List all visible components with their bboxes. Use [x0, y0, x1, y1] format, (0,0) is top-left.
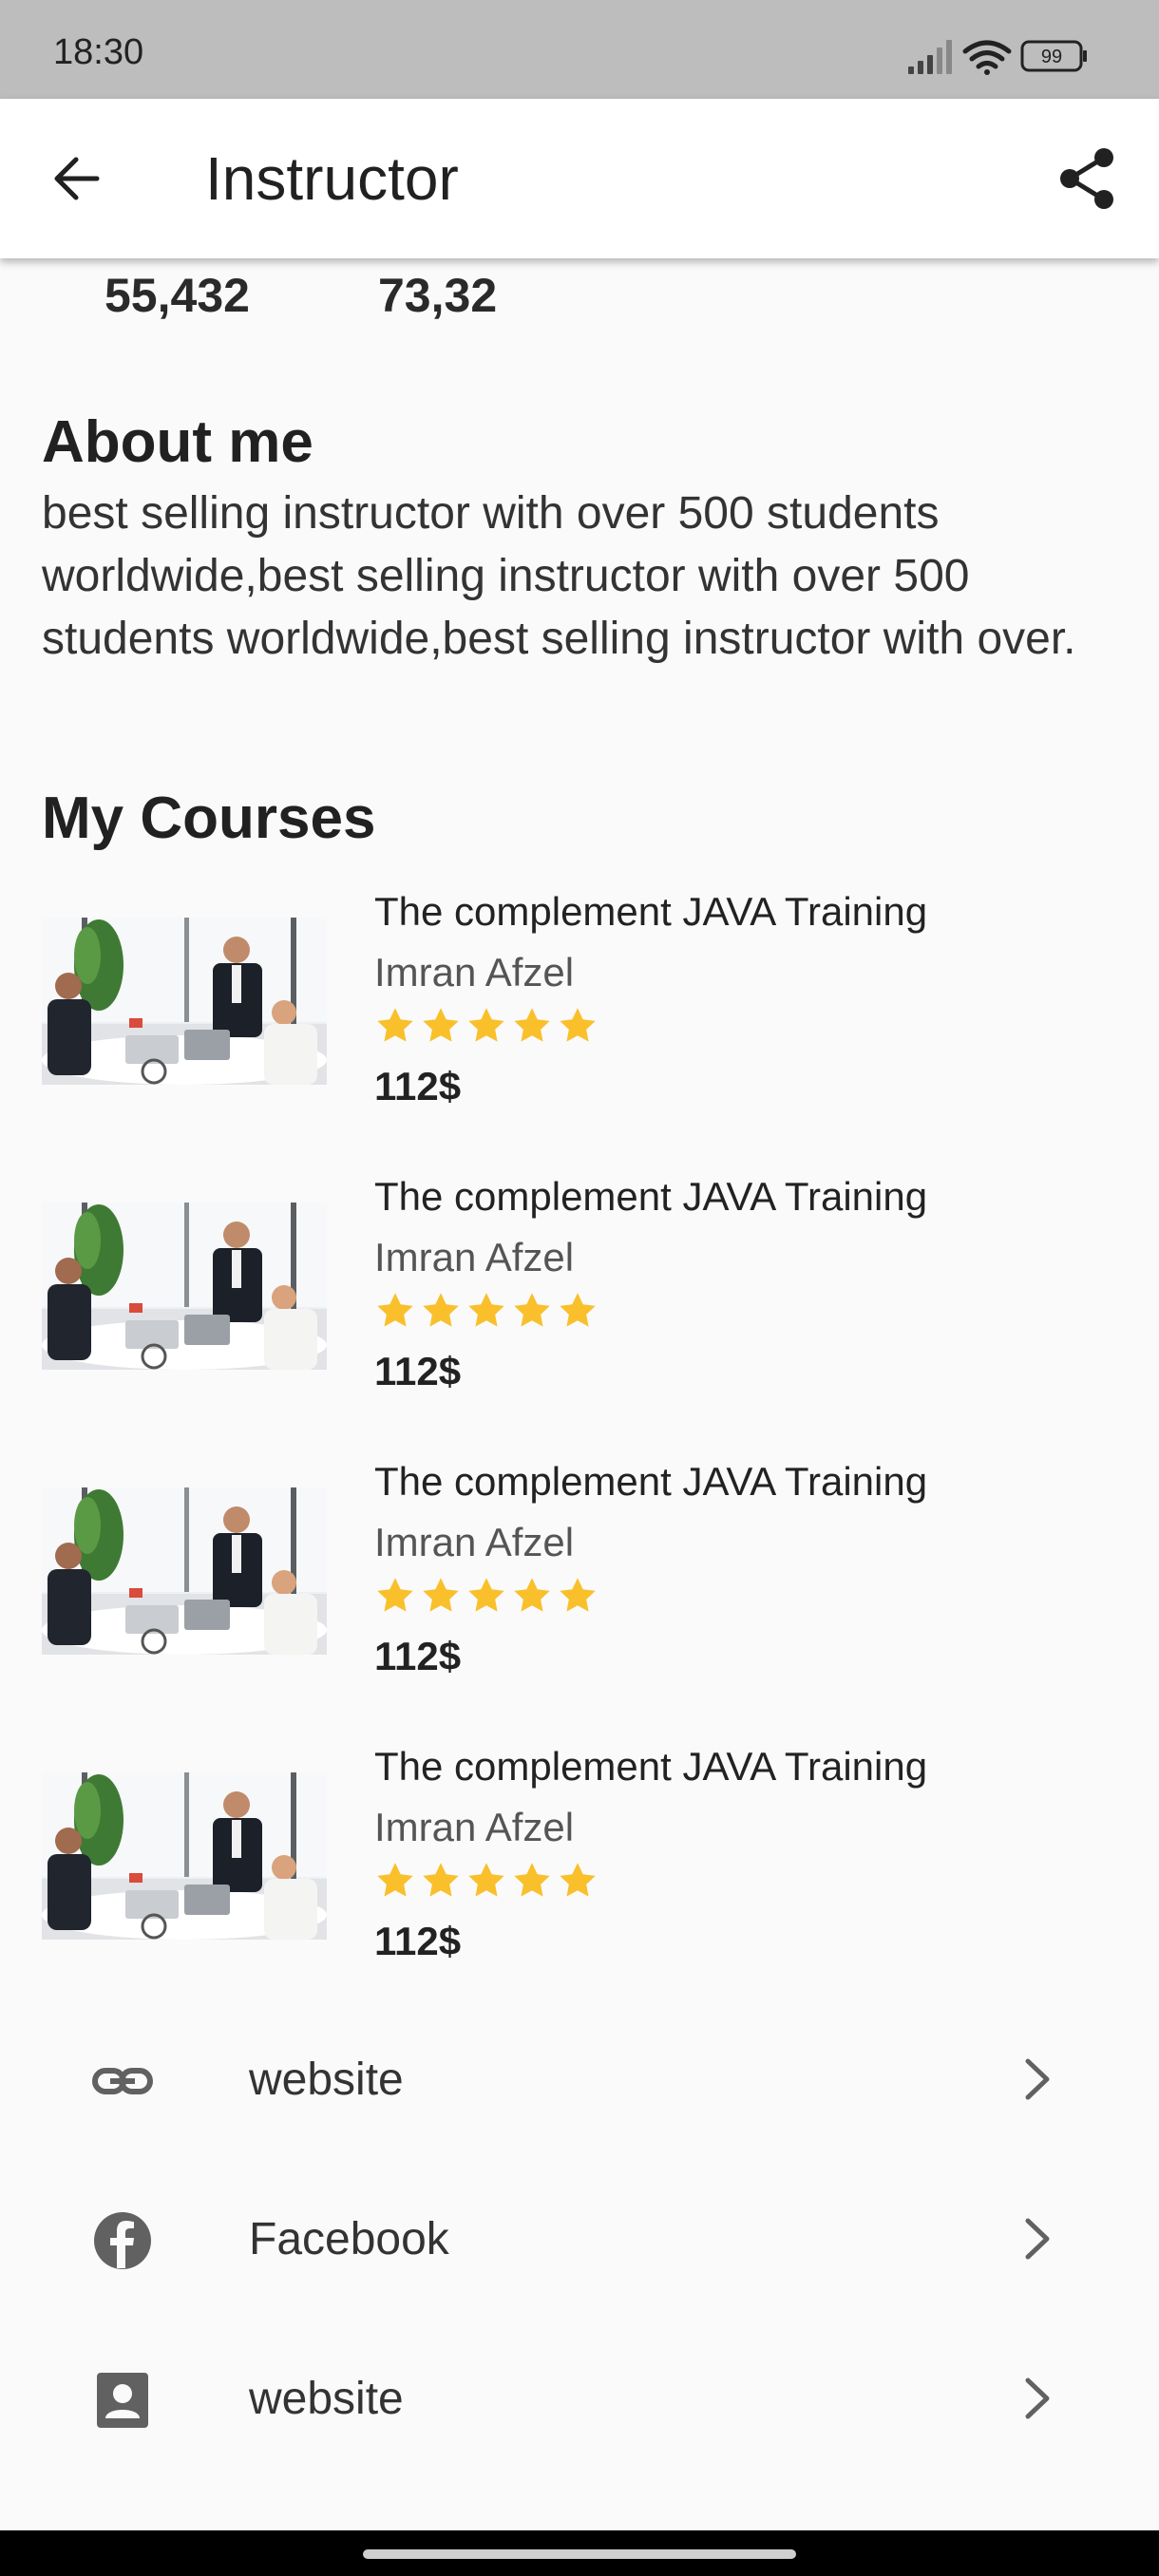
chevron-right [1011, 2373, 1062, 2424]
star-icon [377, 1578, 413, 1612]
course-thumbnail [42, 1203, 327, 1370]
link-icon [89, 2048, 156, 2114]
course-item[interactable]: The complement JAVA Training Imran Afzel… [42, 889, 1115, 1146]
link-row-website[interactable]: website [0, 2000, 1159, 2160]
status-bar: 18:30 99 [0, 0, 1159, 99]
course-rating [374, 1575, 602, 1617]
course-title: The complement JAVA Training [374, 889, 928, 934]
star-icon [560, 1008, 596, 1042]
chevron-right-icon [1025, 2058, 1050, 2100]
navigation-bar [0, 2530, 1159, 2576]
link-label: website [249, 2374, 404, 2424]
course-author: Imran Afzel [374, 1235, 575, 1279]
course-title: The complement JAVA Training [374, 1744, 928, 1789]
star-icon [514, 1578, 550, 1612]
star-icon [468, 1863, 504, 1897]
battery-icon: 99 [1020, 40, 1087, 72]
wifi-icon [962, 40, 1012, 75]
course-item[interactable]: The complement JAVA Training Imran Afzel… [42, 1174, 1115, 1430]
star-icon [377, 1863, 413, 1897]
share-icon [1060, 148, 1113, 209]
stat-value-left: 55,432 [104, 269, 250, 322]
course-title: The complement JAVA Training [374, 1459, 928, 1504]
course-author: Imran Afzel [374, 1805, 575, 1849]
star-icon [423, 1578, 459, 1612]
course-rating [374, 1005, 602, 1047]
star-icon [423, 1863, 459, 1897]
course-rating [374, 1290, 602, 1332]
signal-icon [908, 40, 952, 74]
link-row-website[interactable]: website [0, 2320, 1159, 2479]
chevron-right-icon [1025, 2218, 1050, 2260]
page-title: Instructor [205, 144, 459, 213]
contact-card-icon [89, 2367, 156, 2434]
course-item[interactable]: The complement JAVA Training Imran Afzel… [42, 1459, 1115, 1715]
back-button[interactable] [42, 141, 118, 217]
course-title: The complement JAVA Training [374, 1174, 928, 1219]
course-item[interactable]: The complement JAVA Training Imran Afzel… [42, 1744, 1115, 2000]
course-price: 112$ [374, 1919, 462, 1963]
course-price: 112$ [374, 1634, 462, 1678]
chevron-right-icon [1025, 2377, 1050, 2419]
course-author: Imran Afzel [374, 1520, 575, 1564]
star-icon [514, 1293, 550, 1327]
link-label: website [249, 2055, 404, 2105]
facebook-icon [89, 2207, 156, 2274]
star-icon [377, 1008, 413, 1042]
course-thumbnail [42, 918, 327, 1085]
star-icon [423, 1293, 459, 1327]
home-gesture-handle[interactable] [363, 2549, 796, 2559]
arrow-back-icon [54, 157, 100, 200]
star-icon [377, 1293, 413, 1327]
star-icon [514, 1008, 550, 1042]
link-row-facebook[interactable]: Facebook [0, 2160, 1159, 2320]
svg-text:99: 99 [1041, 47, 1062, 67]
star-icon [468, 1578, 504, 1612]
star-icon [514, 1863, 550, 1897]
about-text: best selling instructor with over 500 st… [42, 488, 1076, 664]
star-icon [423, 1008, 459, 1042]
star-icon [560, 1578, 596, 1612]
instructor-stats: 55,432 73,32 [0, 268, 1159, 344]
course-thumbnail [42, 1487, 327, 1655]
course-author: Imran Afzel [374, 950, 575, 994]
share-button[interactable] [1049, 141, 1125, 217]
courses-heading: My Courses [42, 786, 376, 851]
about-heading: About me [42, 409, 314, 475]
star-icon [468, 1293, 504, 1327]
status-icons: 99 [906, 34, 1096, 80]
stat-value-right: 73,32 [378, 269, 498, 322]
course-price: 112$ [374, 1349, 462, 1393]
course-price: 112$ [374, 1064, 462, 1108]
course-rating [374, 1860, 602, 1902]
star-icon [468, 1008, 504, 1042]
app-bar: Instructor [0, 99, 1159, 258]
status-time: 18:30 [53, 32, 144, 72]
star-icon [560, 1863, 596, 1897]
link-label: Facebook [249, 2214, 449, 2264]
course-thumbnail [42, 1772, 327, 1940]
star-icon [560, 1293, 596, 1327]
chevron-right [1011, 2054, 1062, 2105]
chevron-right [1011, 2213, 1062, 2264]
